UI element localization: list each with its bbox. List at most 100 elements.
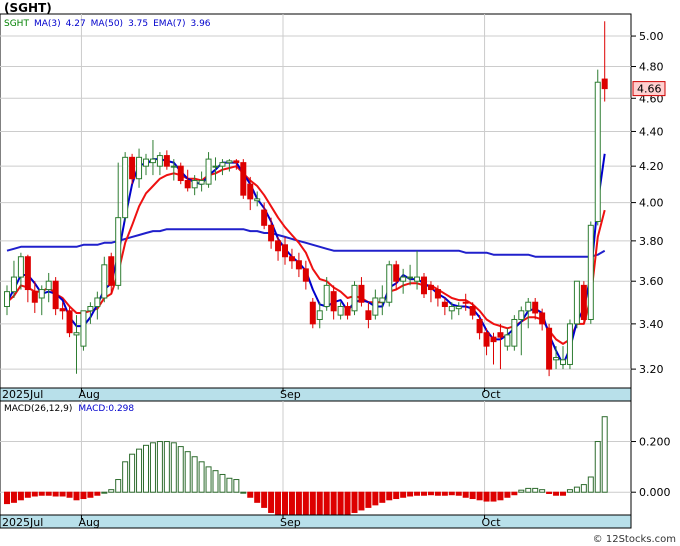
candle-body: [323, 284, 330, 308]
macd-bar: [601, 416, 608, 493]
candle: [587, 221, 594, 324]
macd-bar: [490, 491, 497, 502]
candle-body: [24, 256, 31, 291]
macd-bar: [268, 491, 275, 513]
macd-bar: [275, 491, 282, 519]
macd-bar: [205, 466, 212, 493]
candle-body: [80, 310, 87, 347]
x-axis-label: Oct: [482, 516, 502, 529]
macd-y-tick-label: 0.000: [639, 486, 671, 499]
macd-bar: [156, 441, 163, 493]
candle-body: [594, 81, 601, 222]
macd-bar: [108, 489, 115, 493]
candle-body: [163, 155, 170, 167]
macd-bar: [129, 453, 136, 493]
candle-body: [87, 306, 94, 312]
macd-bar: [212, 470, 219, 493]
last-price-label: 4.66: [637, 83, 662, 96]
candle-body: [400, 276, 407, 282]
stock-chart: 5.004.804.604.404.204.003.803.603.403.20…: [0, 13, 676, 545]
candle: [421, 272, 427, 298]
macd-bar: [38, 491, 45, 496]
candle-body: [386, 264, 393, 303]
candle-body: [566, 323, 573, 365]
x-axis-label: Aug: [78, 388, 99, 401]
candle-body: [198, 180, 205, 185]
macd-bar: [17, 491, 24, 501]
macd-bar: [59, 491, 66, 497]
candle: [80, 310, 87, 351]
macd-bar: [448, 491, 455, 496]
candle-body: [149, 158, 156, 164]
candle-body: [448, 306, 455, 312]
macd-bar: [87, 491, 94, 498]
candle-body: [122, 156, 129, 219]
macd-bar: [462, 491, 469, 498]
macd-bar: [587, 476, 594, 493]
macd-bar: [66, 491, 73, 498]
candle-body: [601, 78, 608, 90]
macd-bar: [177, 446, 184, 493]
macd-bar: [372, 491, 379, 506]
candle-body: [143, 158, 149, 167]
candle: [240, 159, 247, 199]
macd-bar: [511, 491, 518, 496]
candle-body: [372, 297, 379, 316]
candle-body: [177, 165, 184, 182]
candle-body: [365, 310, 372, 320]
price-legend-item: MA(50): [91, 19, 123, 29]
candle-body: [421, 276, 427, 295]
candle-body: [532, 301, 539, 314]
candle-body: [129, 156, 136, 180]
macd-bar: [441, 491, 448, 496]
candle-body: [212, 165, 219, 168]
candle-body: [441, 301, 448, 308]
candle: [573, 280, 580, 329]
candle-body: [38, 289, 45, 299]
candle-body: [434, 289, 441, 299]
candle-body: [462, 301, 469, 304]
price-y-tick-label: 3.20: [639, 363, 664, 376]
macd-bar: [254, 491, 261, 503]
macd-bar: [261, 491, 268, 508]
macd-bar: [247, 491, 254, 498]
macd-y-axis: 0.200 0.000: [631, 436, 671, 499]
candle-body: [233, 160, 240, 164]
macd-bar: [191, 456, 198, 493]
macd-bar: [421, 491, 427, 496]
macd-bar: [4, 491, 10, 505]
candle-body: [573, 280, 580, 325]
candle-body: [247, 183, 254, 200]
candle: [66, 306, 73, 338]
macd-legend: MACD(26,12,9) MACD:0.298: [4, 404, 134, 414]
candle-body: [302, 268, 309, 282]
macd-bar: [469, 491, 476, 500]
candle-body: [414, 276, 421, 282]
candle: [351, 281, 358, 316]
macd-bar: [122, 461, 129, 493]
price-y-tick-label: 4.80: [639, 61, 664, 74]
macd-bar: [115, 479, 122, 493]
candle-body: [379, 297, 386, 303]
macd-bar: [483, 491, 490, 502]
price-legend-item: 3.75: [128, 19, 148, 29]
candle-body: [490, 336, 497, 343]
macd-bar: [379, 491, 386, 503]
candle-body: [240, 162, 247, 196]
macd-bar: [45, 491, 52, 496]
candle-body: [476, 318, 483, 334]
candle-body: [115, 217, 122, 286]
candle-body: [73, 332, 80, 336]
macd-bar: [31, 491, 38, 497]
x-axis-label: Oct: [482, 388, 502, 401]
candle-body: [275, 240, 282, 252]
price-y-tick-label: 4.00: [639, 197, 664, 210]
macd-bar: [476, 491, 483, 501]
candle-body: [205, 158, 212, 185]
price-panel: [0, 13, 632, 389]
macd-bar: [573, 486, 580, 493]
candle: [177, 162, 184, 185]
macd-bar: [358, 491, 365, 511]
candle-body: [351, 284, 358, 312]
candle-body: [268, 224, 275, 242]
